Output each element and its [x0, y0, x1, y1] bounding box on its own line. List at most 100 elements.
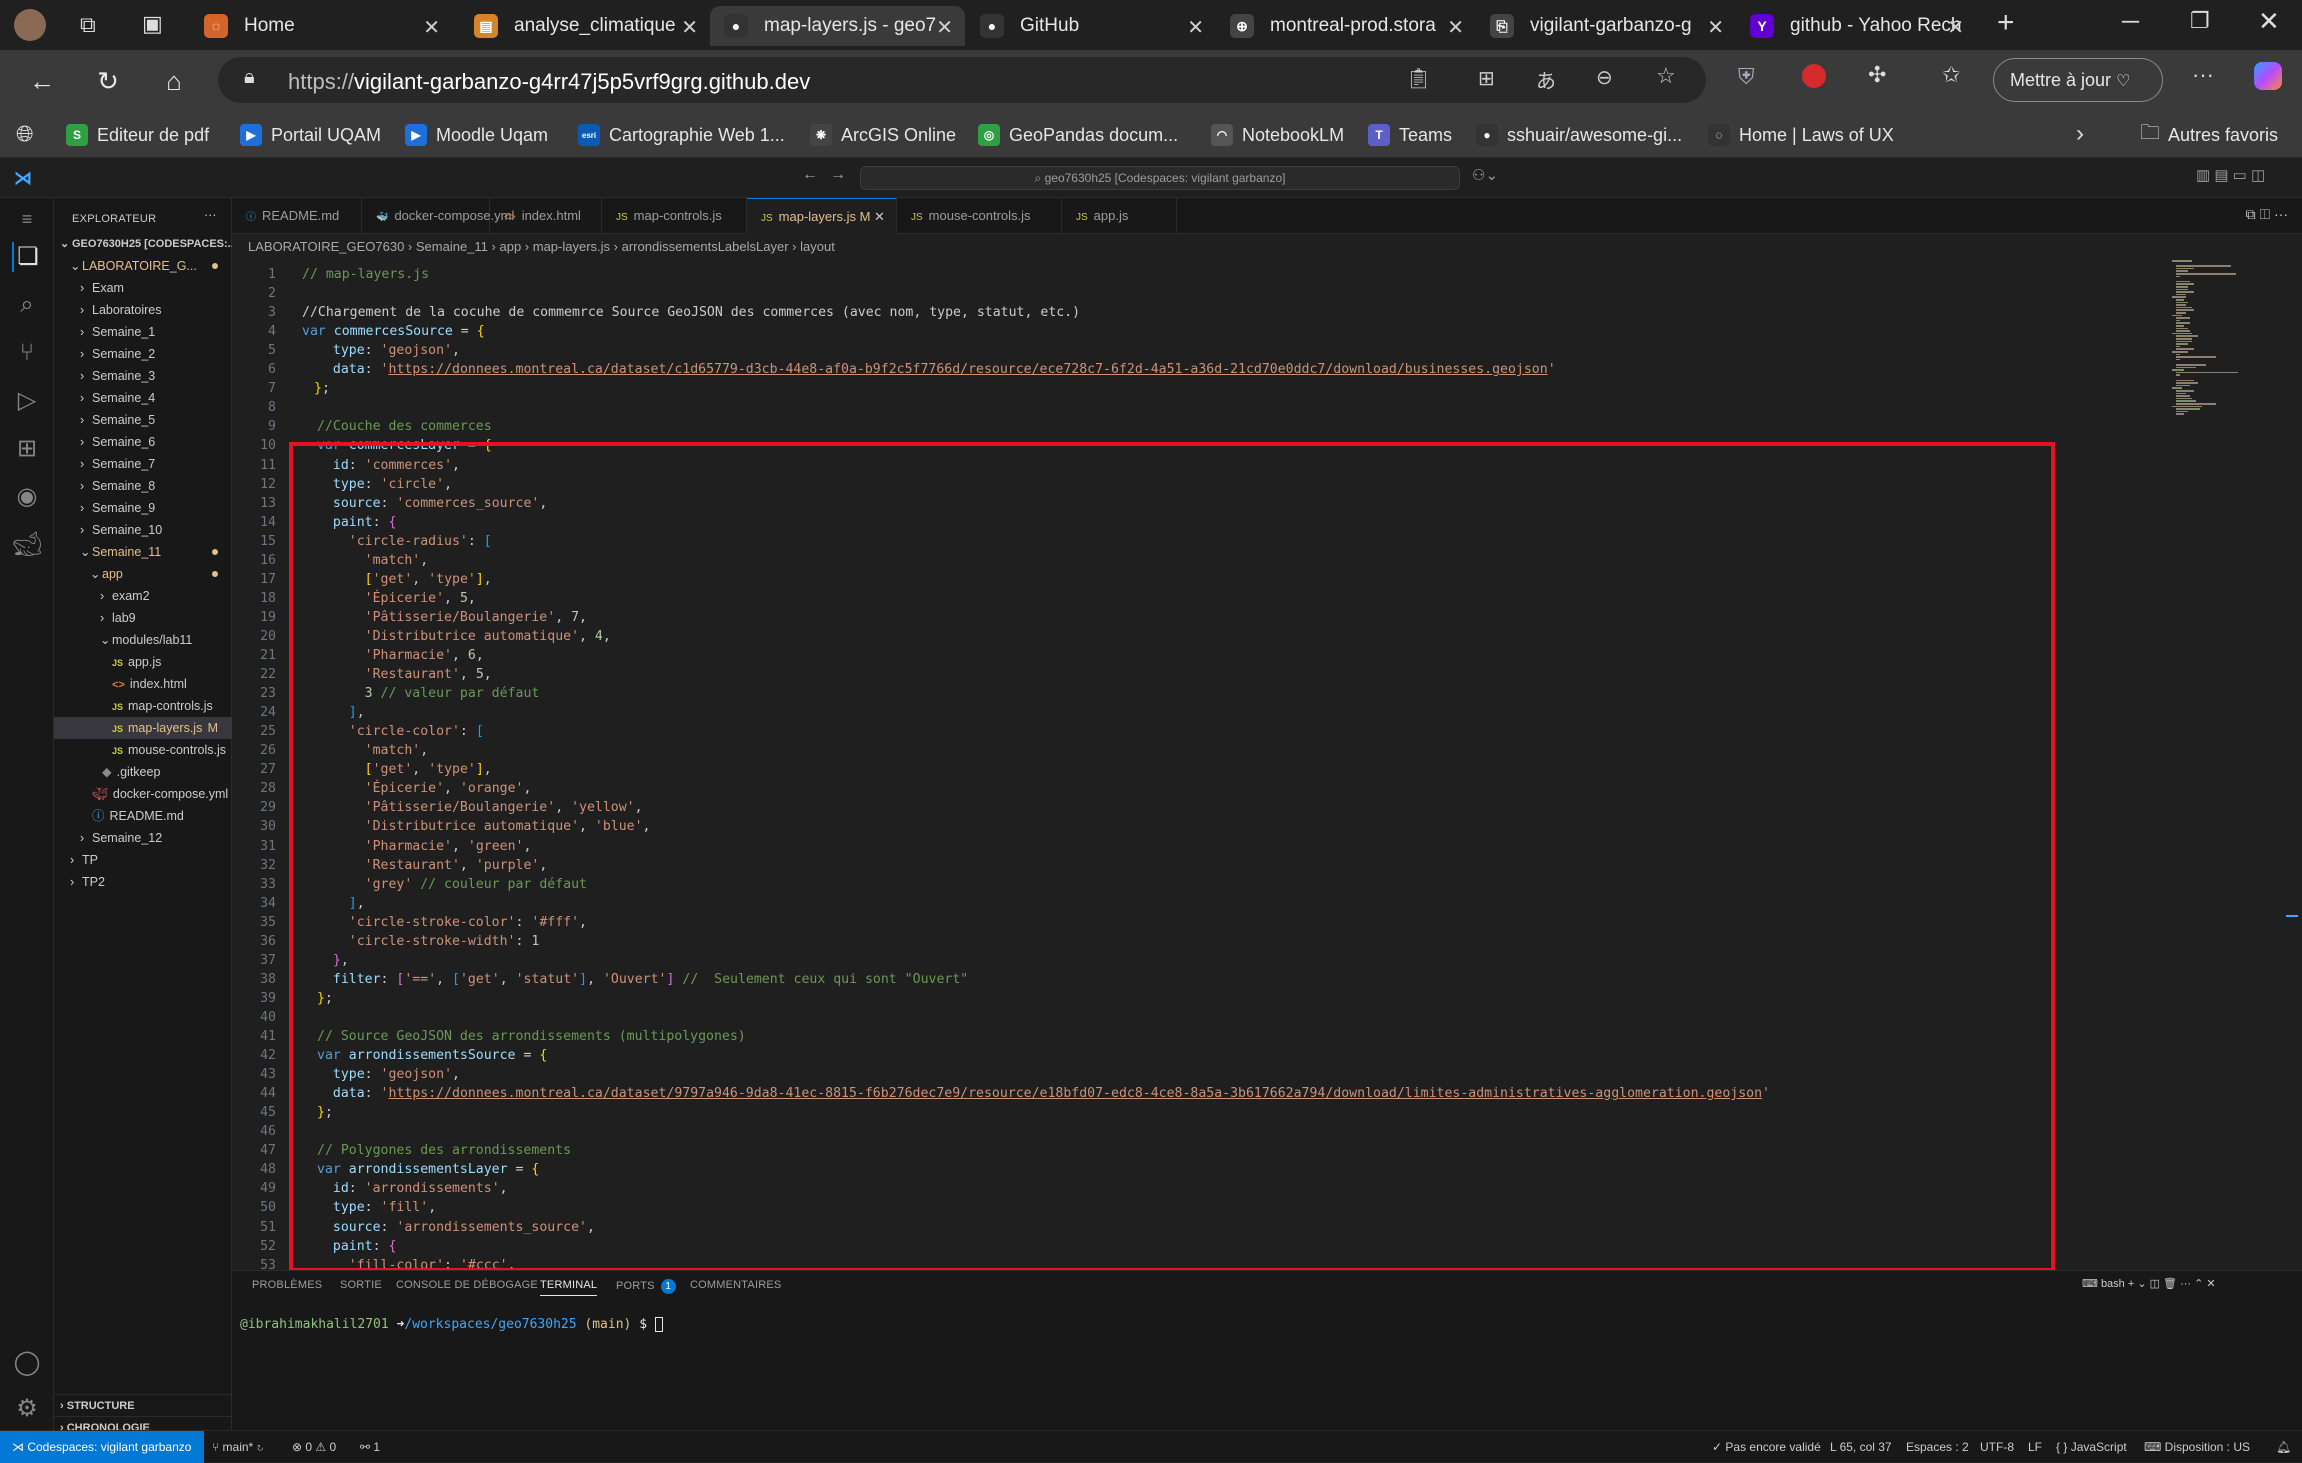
vertical-tabs-icon[interactable]: ▣ — [142, 11, 163, 37]
tree-item[interactable]: › exam2 — [54, 585, 232, 607]
problems-indicator[interactable]: ⊗ 0 ⚠ 0 — [292, 1431, 336, 1463]
tree-item[interactable]: 🐳︎ docker-compose.yml — [54, 783, 232, 805]
translate-icon[interactable]: あ — [1536, 65, 1556, 94]
browser-tab[interactable]: ● GitHub ✕ — [966, 6, 1216, 46]
bookmark-item[interactable]: ▶ Moodle Uqam — [405, 121, 548, 149]
back-button[interactable]: ← — [24, 64, 60, 98]
tree-item[interactable]: › Semaine_4 — [54, 387, 232, 409]
ports-indicator[interactable]: ⚯ 1 — [360, 1431, 380, 1463]
bookmark-item[interactable]: ◌ Home | Laws of UX — [1708, 121, 1894, 149]
chevron-right-icon[interactable]: › — [2076, 120, 2084, 148]
tree-item[interactable]: JS app.js — [54, 651, 232, 673]
account-icon[interactable]: ◯ — [12, 1348, 42, 1378]
indentation[interactable]: Espaces : 2 — [1906, 1431, 1969, 1463]
tree-item[interactable]: › Semaine_12 — [54, 827, 232, 849]
other-favorites[interactable]: 🗀 Autres favoris — [2140, 121, 2278, 149]
tree-item[interactable]: › Semaine_2 — [54, 343, 232, 365]
copilot-icon[interactable] — [2254, 62, 2282, 90]
lock-icon[interactable]: 🔒︎ — [244, 66, 255, 89]
tree-item[interactable]: › Semaine_6 — [54, 431, 232, 453]
tree-item[interactable]: ⌄ GEO7630H25 [CODESPACES:... — [54, 233, 232, 255]
editor-tab[interactable]: 🐳 docker-compose.yml — [362, 198, 514, 234]
panel-tab[interactable]: PROBLÈMES — [252, 1279, 322, 1291]
tree-item[interactable]: › TP — [54, 849, 232, 871]
run-debug-icon[interactable]: ▷ — [12, 386, 42, 416]
github-icon[interactable]: ◉ — [12, 482, 42, 512]
breadcrumb-item[interactable]: Semaine_11 — [416, 239, 488, 254]
browser-tab[interactable]: ● map-layers.js - geo7 ✕ — [710, 6, 965, 46]
breadcrumb-item[interactable]: layout — [800, 239, 835, 254]
extensions-icon[interactable]: ⊞ — [12, 434, 42, 464]
close-tab-icon[interactable]: ✕ — [1707, 15, 1724, 40]
browser-tab[interactable]: ⊕ montreal-prod.stora ✕ — [1216, 6, 1476, 46]
home-button[interactable]: ⌂ — [156, 64, 192, 98]
close-tab-icon[interactable]: ✕ — [423, 15, 440, 40]
minimap[interactable] — [2166, 260, 2286, 420]
nav-back-icon[interactable]: ← — [802, 166, 818, 184]
tree-item[interactable]: › Semaine_10 — [54, 519, 232, 541]
breadcrumb-item[interactable]: arrondissementsLabelsLayer — [622, 239, 789, 254]
branch-indicator[interactable]: ⑂ main* ↻ — [212, 1431, 264, 1463]
update-button[interactable]: Mettre à jour ♡ — [1993, 58, 2163, 102]
bookmark-item[interactable]: esri Cartographie Web 1... — [578, 121, 785, 149]
more-menu-icon[interactable]: ··· — [2192, 62, 2214, 88]
browser-tab[interactable]: ◌ Home ✕ — [190, 6, 452, 46]
tree-item[interactable]: › Semaine_1 — [54, 321, 232, 343]
tree-item[interactable]: › Semaine_8 — [54, 475, 232, 497]
panel-tab[interactable]: CONSOLE DE DÉBOGAGE — [396, 1279, 538, 1291]
remote-indicator[interactable]: ⋊ Codespaces: vigilant garbanzo — [0, 1431, 204, 1463]
split-screen-icon[interactable]: ⊞ — [1478, 66, 1495, 91]
bookmark-item[interactable]: ● sshuair/awesome-gi... — [1476, 121, 1682, 149]
terminal-shell-label[interactable]: ⌨ bash + ⌄ ◫ 🗑︎ ··· ⌃ ✕ — [2082, 1277, 2216, 1290]
code-link[interactable]: https://donnees.montreal.ca/dataset/9797… — [389, 1086, 1763, 1101]
close-tab-icon[interactable]: ✕ — [1187, 15, 1204, 40]
browser-tab[interactable]: Ygithub - Yahoo Rech ✕ — [1736, 6, 1976, 46]
settings-gear-icon[interactable]: ⚙ — [12, 1394, 42, 1424]
explorer-icon[interactable]: ❏ — [12, 242, 42, 272]
breadcrumb-item[interactable]: LABORATOIRE_GEO7630 — [248, 239, 404, 254]
minimize-button[interactable]: ─ — [2122, 8, 2139, 36]
workspaces-icon[interactable]: ⧉ — [80, 12, 96, 38]
panel-tab[interactable]: COMMENTAIRES — [690, 1279, 781, 1291]
structure-section[interactable]: › STRUCTURE — [54, 1394, 232, 1416]
globe-icon[interactable]: 🌐︎ — [16, 121, 34, 147]
panel-tab[interactable]: TERMINAL — [540, 1279, 598, 1296]
close-tab-icon[interactable]: ✕ — [681, 15, 698, 40]
terminal-output[interactable]: @ibrahimakhalil2701 ➜/workspaces/geo7630… — [240, 1317, 663, 1332]
bookmark-item[interactable]: ◠ NotebookLM — [1211, 121, 1344, 149]
docker-icon[interactable]: 🐋︎ — [12, 530, 42, 560]
tree-item[interactable]: ⌄ LABORATOIRE_G... — [54, 255, 232, 277]
bookmark-item[interactable]: ▶ Portail UQAM — [240, 121, 381, 149]
bookmark-item[interactable]: S Editeur de pdf — [66, 121, 209, 149]
code-link[interactable]: https://donnees.montreal.ca/dataset/c1d6… — [389, 362, 1548, 377]
browser-tab[interactable]: ⎘ vigilant-garbanzo-g ✕ — [1476, 6, 1736, 46]
editor-tab[interactable]: JS map-controls.js — [602, 198, 747, 234]
tree-item[interactable]: › TP2 — [54, 871, 232, 893]
editor-tab[interactable]: JS map-layers.js M ✕ — [747, 198, 897, 234]
new-tab-button[interactable]: + — [1997, 6, 2015, 40]
tree-item[interactable]: ◆ .gitkeep — [54, 761, 232, 783]
validation-indicator[interactable]: ✓ Pas encore validé — [1712, 1431, 1821, 1463]
close-tab-icon[interactable]: ✕ — [1447, 15, 1464, 40]
close-window-button[interactable]: ✕ — [2258, 6, 2280, 37]
bookmark-item[interactable]: ◎ GeoPandas docum... — [978, 121, 1178, 149]
tree-item[interactable]: › Semaine_5 — [54, 409, 232, 431]
tree-item[interactable]: JS mouse-controls.js — [54, 739, 232, 761]
tree-item[interactable]: › Exam — [54, 277, 232, 299]
bookmark-item[interactable]: T Teams — [1368, 121, 1452, 149]
menu-icon[interactable]: ≡ — [12, 204, 42, 234]
tree-item[interactable]: JS map-layers.js M — [54, 717, 232, 739]
editor-tab[interactable]: ⓘ README.md — [232, 198, 362, 234]
editor-tab[interactable]: JS mouse-controls.js — [897, 198, 1062, 234]
keyboard-layout[interactable]: ⌨ Disposition : US — [2144, 1431, 2250, 1463]
zoom-out-icon[interactable]: ⊖ — [1596, 65, 1613, 90]
tree-item[interactable]: ⌄ Semaine_11 — [54, 541, 232, 563]
tree-item[interactable]: › Semaine_3 — [54, 365, 232, 387]
tree-item[interactable]: JS map-controls.js — [54, 695, 232, 717]
eol[interactable]: LF — [2028, 1431, 2042, 1463]
editor-tab[interactable]: JS app.js — [1062, 198, 1177, 234]
editor-actions-icon[interactable]: ⧉ ◫ ··· — [2246, 206, 2288, 223]
favorite-star-icon[interactable]: ☆ — [1656, 63, 1676, 89]
notifications-icon[interactable]: 🔔︎ — [2276, 1431, 2291, 1463]
more-actions-icon[interactable]: ··· — [204, 208, 217, 222]
